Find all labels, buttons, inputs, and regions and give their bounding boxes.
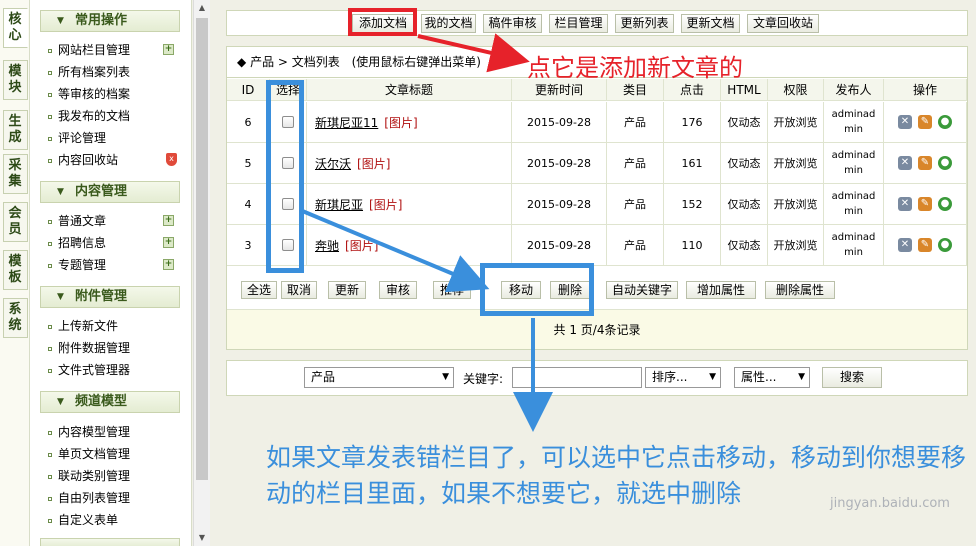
red-arrow	[417, 33, 530, 73]
watermark: jingyan.baidu.com	[830, 496, 950, 511]
blue-arrow-to-actions	[299, 208, 490, 293]
annotation-arrows	[299, 33, 553, 432]
